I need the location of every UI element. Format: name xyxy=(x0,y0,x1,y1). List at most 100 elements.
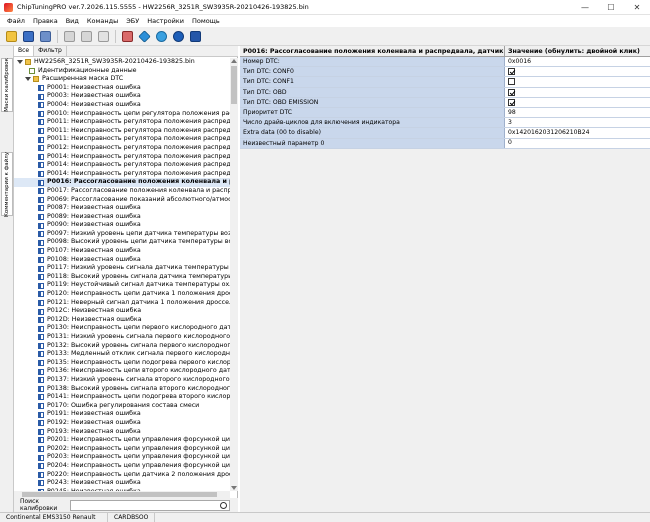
tree-node-ident[interactable]: Идентификационные данные xyxy=(14,67,230,76)
tree-item-dtc[interactable]: P0138: Высокий уровень сигнала второго к… xyxy=(14,385,230,394)
param-value[interactable]: 0x1420162031206210B24 xyxy=(505,128,650,138)
tab-calibration-masks[interactable]: Маски калибровок xyxy=(1,58,13,112)
param-checkbox-cell[interactable] xyxy=(505,77,650,87)
param-value[interactable]: 3 xyxy=(505,118,650,128)
tree-item-dtc[interactable]: P0170: Ошибка регулирования состава смес… xyxy=(14,402,230,411)
tree-item-dtc[interactable]: P0011: Неисправность регулятора положени… xyxy=(14,127,230,136)
tree-item-dtc[interactable]: P0131: Низкий уровень сигнала первого ки… xyxy=(14,333,230,342)
tree-root[interactable]: HW2256R_3251R_SW3935R-20210426-193825.bi… xyxy=(14,58,230,67)
param-checkbox-cell[interactable] xyxy=(505,67,650,77)
tree-item-dtc[interactable]: P0193: Неизвестная ошибка xyxy=(14,428,230,437)
tree-item-dtc[interactable]: P0016: Рассогласование положения коленва… xyxy=(14,178,230,187)
tree-item-dtc[interactable]: P0010: Неисправность цепи регулятора пол… xyxy=(14,110,230,119)
menu-file[interactable]: Файл xyxy=(3,17,29,25)
scrollbar-thumb[interactable] xyxy=(231,66,237,104)
checkbox-checked[interactable] xyxy=(508,98,515,106)
tree-item-dtc[interactable]: P0004: Неизвестная ошибка xyxy=(14,101,230,110)
param-value[interactable]: 0x0016 xyxy=(505,57,650,67)
menu-ecu[interactable]: ЭБУ xyxy=(122,17,143,25)
read-button[interactable] xyxy=(153,29,169,44)
help-button[interactable] xyxy=(187,29,203,44)
param-checkbox-cell[interactable] xyxy=(505,97,650,107)
param-value[interactable]: 98 xyxy=(505,107,650,118)
tree-item-dtc[interactable]: P0136: Неисправность цепи второго кислор… xyxy=(14,367,230,376)
tree-item-dtc[interactable]: P0203: Неисправность цепи управления фор… xyxy=(14,453,230,462)
tree-item-dtc[interactable]: P0201: Неисправность цепи управления фор… xyxy=(14,436,230,445)
tab-file-comments[interactable]: Комментарии к файлу xyxy=(1,152,13,217)
undo-button[interactable] xyxy=(61,29,77,44)
param-value[interactable]: 0 xyxy=(505,138,650,148)
tree-item-dtc[interactable]: P0001: Неизвестная ошибка xyxy=(14,84,230,93)
menu-view[interactable]: Вид xyxy=(62,17,83,25)
tree-item-dtc[interactable]: P0017: Рассогласование положения коленва… xyxy=(14,187,230,196)
tree-item-dtc[interactable]: P0117: Низкий уровень сигнала датчика те… xyxy=(14,264,230,273)
collapse-icon[interactable] xyxy=(17,60,23,65)
search-icon[interactable] xyxy=(220,501,227,509)
tree-item-dtc[interactable]: P0090: Неизвестная ошибка xyxy=(14,221,230,230)
tree-item-dtc[interactable]: P0220: Неисправность цепи датчика 2 поло… xyxy=(14,471,230,480)
tree-item-dtc[interactable]: P0107: Неизвестная ошибка xyxy=(14,247,230,256)
checkbox-checked[interactable] xyxy=(508,68,515,76)
save-button[interactable] xyxy=(20,29,36,44)
tree-item-label: P0097: Низкий уровень цепи датчика темпе… xyxy=(47,229,230,237)
tree-node-dtc-mask[interactable]: Расширенная маска DTC xyxy=(14,75,230,84)
write-button[interactable] xyxy=(170,29,186,44)
tree-item-dtc[interactable]: P0133: Медленный отклик сигнала первого … xyxy=(14,350,230,359)
tree-item-dtc[interactable]: P0202: Неисправность цепи управления фор… xyxy=(14,445,230,454)
scroll-up-icon[interactable] xyxy=(231,59,237,63)
scroll-down-icon[interactable] xyxy=(231,486,237,490)
param-checkbox-cell[interactable] xyxy=(505,87,650,97)
tree-item-dtc[interactable]: P0011: Неисправность регулятора положени… xyxy=(14,135,230,144)
redo-icon xyxy=(80,30,92,42)
redo-button[interactable] xyxy=(78,29,94,44)
menu-edit[interactable]: Правка xyxy=(29,17,62,25)
tree-item-dtc[interactable]: P0120: Неисправность цепи датчика 1 поло… xyxy=(14,290,230,299)
menu-help[interactable]: Помощь xyxy=(188,17,224,25)
tree-item-dtc[interactable]: P0097: Низкий уровень цепи датчика темпе… xyxy=(14,230,230,239)
tree-item-dtc[interactable]: P0119: Неустойчивый сигнал датчика темпе… xyxy=(14,281,230,290)
tree-item-dtc[interactable]: P012C: Неизвестная ошибка xyxy=(14,307,230,316)
tree-item-dtc[interactable]: P0130: Неисправность цепи первого кислор… xyxy=(14,324,230,333)
close-button[interactable]: ✕ xyxy=(624,0,650,15)
collapse-icon[interactable] xyxy=(25,77,31,82)
tree-item-dtc[interactable]: P0014: Неисправность регулятора положени… xyxy=(14,170,230,179)
menu-settings[interactable]: Настройки xyxy=(143,17,188,25)
search-input[interactable] xyxy=(70,499,230,511)
tree-item-dtc[interactable]: P0003: Неизвестная ошибка xyxy=(14,92,230,101)
tree-item-dtc[interactable]: P0014: Неисправность регулятора положени… xyxy=(14,153,230,162)
tree-item-dtc[interactable]: P0141: Неисправность цепи подогрева втор… xyxy=(14,393,230,402)
tree-item-dtc[interactable]: P0192: Неизвестная ошибка xyxy=(14,419,230,428)
tab-filter[interactable]: Фильтр xyxy=(34,46,67,56)
checkbox-checked[interactable] xyxy=(508,88,515,96)
compare-button[interactable] xyxy=(95,29,111,44)
save-as-button[interactable] xyxy=(37,29,53,44)
tree-horizontal-scrollbar[interactable] xyxy=(14,491,230,498)
tree-item-dtc[interactable]: P0243: Неизвестная ошибка xyxy=(14,479,230,488)
tree-item-dtc[interactable]: P0137: Низкий уровень сигнала второго ки… xyxy=(14,376,230,385)
tree-item-dtc[interactable]: P0135: Неисправность цепи подогрева перв… xyxy=(14,359,230,368)
tab-all[interactable]: Все xyxy=(14,46,35,56)
minimize-button[interactable]: — xyxy=(572,0,598,15)
tree-item-dtc[interactable]: P0014: Неисправность регулятора положени… xyxy=(14,161,230,170)
tree-item-dtc[interactable]: P0204: Неисправность цепи управления фор… xyxy=(14,462,230,471)
tree-item-dtc[interactable]: P0118: Высокий уровень сигнала датчика т… xyxy=(14,273,230,282)
tree-item-dtc[interactable]: P0191: Неизвестная ошибка xyxy=(14,410,230,419)
tree-item-dtc[interactable]: P0098: Высокий уровень цепи датчика темп… xyxy=(14,238,230,247)
tree-item-dtc[interactable]: P0132: Высокий уровень сигнала первого к… xyxy=(14,342,230,351)
tree-item-dtc[interactable]: P0011: Неисправность регулятора положени… xyxy=(14,118,230,127)
tree-item-dtc[interactable]: P0087: Неизвестная ошибка xyxy=(14,204,230,213)
menu-commands[interactable]: Команды xyxy=(83,17,122,25)
tree-vertical-scrollbar[interactable] xyxy=(230,58,238,491)
tree-item-dtc[interactable]: P012D: Неизвестная ошибка xyxy=(14,316,230,325)
tree-item-dtc[interactable]: P0108: Неизвестная ошибка xyxy=(14,256,230,265)
tree-item-dtc[interactable]: P0069: Рассогласование показаний абсолют… xyxy=(14,196,230,205)
tree-item-dtc[interactable]: P0089: Неизвестная ошибка xyxy=(14,213,230,222)
open-folder-button[interactable] xyxy=(3,29,19,44)
scrollbar-thumb[interactable] xyxy=(22,492,217,497)
checksum-button[interactable] xyxy=(119,29,135,44)
tree-item-dtc[interactable]: P0012: Неисправность регулятора положени… xyxy=(14,144,230,153)
connect-button[interactable] xyxy=(136,29,152,44)
tree-item-dtc[interactable]: P0121: Неверный сигнал датчика 1 положен… xyxy=(14,299,230,308)
maximize-button[interactable]: ☐ xyxy=(598,0,624,15)
checkbox-unchecked[interactable] xyxy=(508,78,515,86)
